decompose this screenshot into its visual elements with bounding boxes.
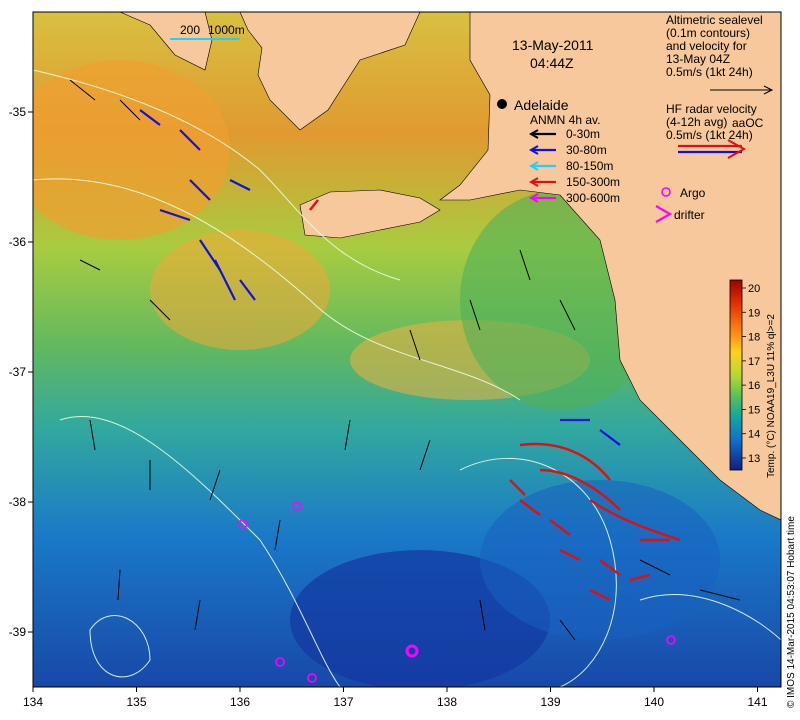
colorbar-tick-label: 19 (748, 307, 760, 319)
colorbar-tick-label: 15 (748, 404, 760, 416)
scale-bar-label-200: 200 (180, 23, 200, 37)
colorbar-tick-label: 16 (748, 380, 760, 392)
map-date: 13-May-2011 (512, 37, 594, 53)
altimetry-legend-line: and velocity for (666, 39, 747, 53)
y-axis: -35 -36 -37 -38 -39 (9, 105, 33, 639)
hf-legend-line: (4-12h avg) (666, 115, 727, 129)
colorbar-label: Temp. (°C) NOAA19_L3U 11% ql>=2 (766, 314, 777, 478)
anmn-legend-label: 30-80m (566, 143, 607, 157)
argo-legend-label: Argo (680, 186, 706, 200)
warm-water-patch (150, 230, 330, 350)
x-axis: 134 135 136 137 138 139 140 141 (23, 687, 768, 709)
colorbar (729, 279, 743, 471)
anmn-legend-label: 150-300m (566, 175, 620, 189)
anmn-legend-label: 80-150m (566, 159, 613, 173)
anmn-legend-label: 300-600m (566, 191, 620, 205)
x-tick-label: 140 (644, 695, 664, 709)
map-time: 04:44Z (530, 55, 574, 71)
adelaide-label: Adelaide (514, 97, 569, 113)
warm-water-patch (33, 60, 230, 240)
hf-legend-line: 0.5m/s (1kt 24h) (666, 128, 753, 142)
y-tick-label: -37 (9, 365, 27, 379)
x-tick-label: 134 (23, 695, 43, 709)
anmn-legend-title: ANMN 4h av. (530, 113, 600, 127)
altimetry-legend-line: 13-May 04Z (666, 52, 730, 66)
hf-legend-code: aaOC (732, 116, 764, 130)
altimetry-legend-line: (0.1m contours) (666, 26, 750, 40)
y-tick-label: -39 (9, 625, 27, 639)
anmn-legend-label: 0-30m (566, 127, 600, 141)
x-tick-label: 137 (333, 695, 353, 709)
y-tick-label: -35 (9, 105, 27, 119)
drifter-legend-label: drifter (674, 208, 705, 222)
x-tick-label: 136 (230, 695, 250, 709)
x-tick-label: 141 (747, 695, 767, 709)
colorbar-tick-label: 18 (748, 332, 760, 344)
y-tick-label: -36 (9, 235, 27, 249)
x-tick-label: 135 (126, 695, 146, 709)
altimetry-legend-line: 0.5m/s (1kt 24h) (666, 65, 753, 79)
scale-bar-label-1000m: 1000m (208, 23, 245, 37)
colorbar-tick-label: 13 (748, 453, 760, 465)
x-tick-label: 138 (437, 695, 457, 709)
colorbar-tick-label: 17 (748, 356, 760, 368)
altimetry-legend-line: Altimetric sealevel (666, 13, 763, 27)
x-tick-label: 139 (540, 695, 560, 709)
colorbar-tick-label: 14 (748, 429, 760, 441)
hf-legend-line: HF radar velocity (666, 102, 757, 116)
adelaide-marker (497, 99, 507, 109)
colorbar-tick-label: 20 (748, 283, 760, 295)
map-plot: 200 1000m 13-May-2011 04:44Z Adelaide AN… (33, 12, 781, 687)
credit-label: © IMOS 14-Mar-2015 04:53:07 Hobart time (786, 516, 797, 708)
y-tick-label: -38 (9, 495, 27, 509)
